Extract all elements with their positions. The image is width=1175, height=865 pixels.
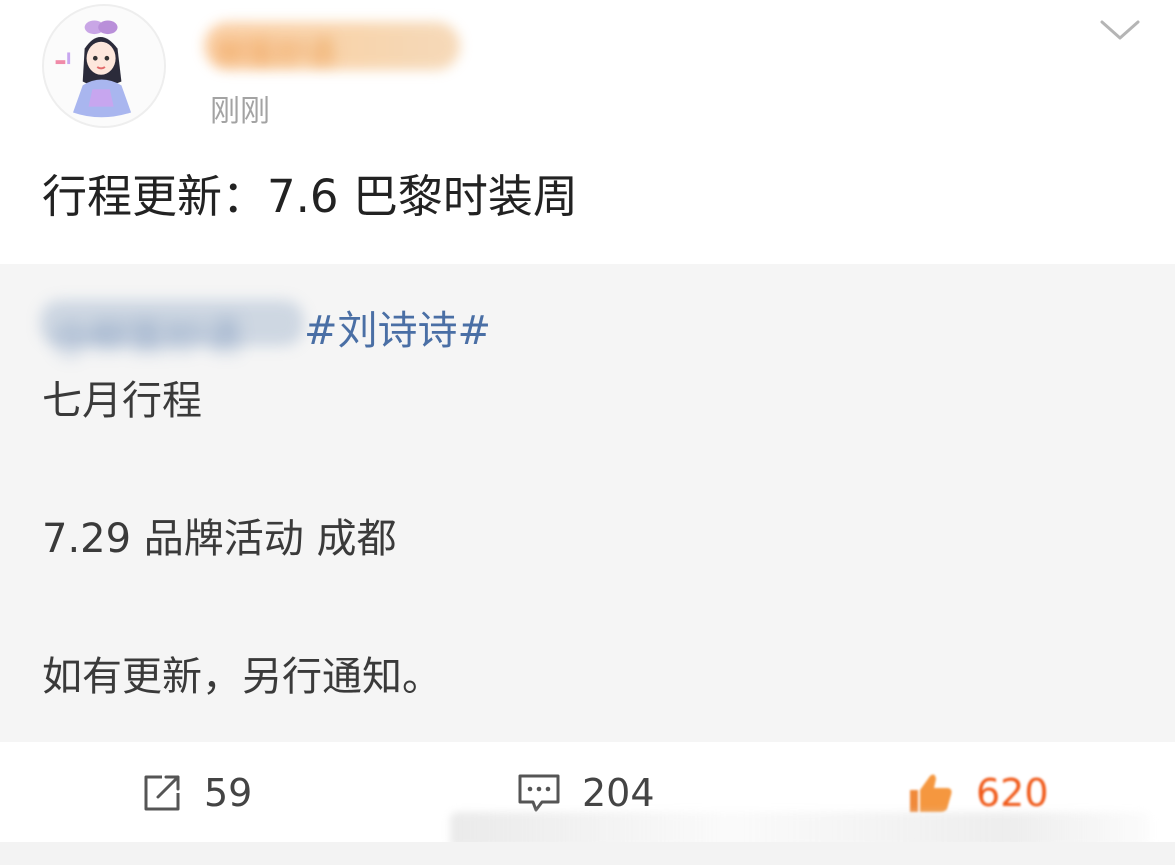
repost-line-2: 7.29 品牌活动 成都 [42,516,397,562]
hashtag-link[interactable]: #刘诗诗# [304,298,491,356]
comment-icon [516,771,562,815]
thumbs-up-icon [906,770,956,816]
bottom-divider [0,842,1175,865]
comment-button[interactable]: 204 [516,770,655,816]
post-time: 刚刚 [210,94,270,129]
share-icon [140,771,184,815]
post-text: 行程更新：7.6 巴黎时装周 [42,170,578,223]
chevron-down-icon[interactable] [1098,16,1142,46]
like-count: 620 [976,771,1049,815]
username[interactable]: 柳笛妙语 [216,28,336,72]
repost-line-3: 如有更新，另行通知。 [42,654,442,700]
share-count: 59 [204,771,253,815]
post-header: 柳笛妙语 刚刚 [0,0,1175,140]
comment-count: 204 [582,771,655,815]
repost-author[interactable]: @柳笛妙语 [52,306,242,361]
avatar-illustration [44,6,164,126]
like-button[interactable]: 620 [906,770,1049,816]
share-button[interactable]: 59 [140,770,252,816]
avatar[interactable] [42,4,166,128]
repost-line-1: 七月行程 [42,378,202,424]
